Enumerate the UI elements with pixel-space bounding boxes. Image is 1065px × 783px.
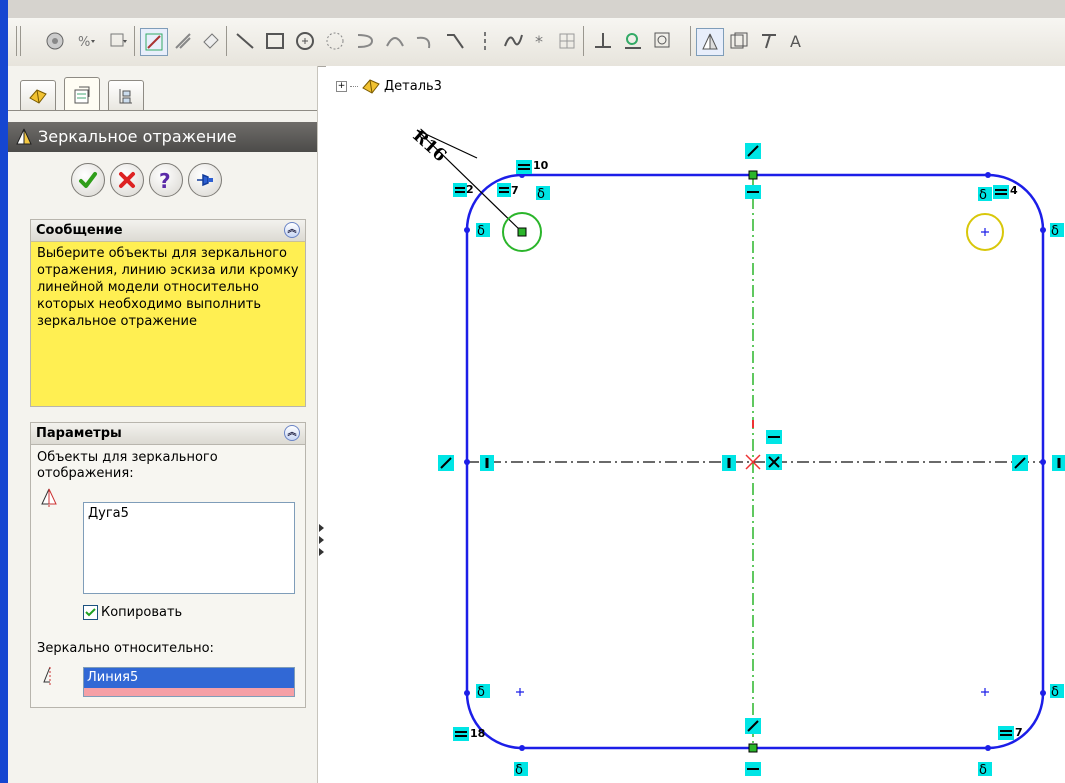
panel-title-bar: Зеркальное отражение bbox=[8, 122, 317, 152]
configuration-manager-tab[interactable] bbox=[108, 80, 144, 111]
toolbar-separator bbox=[690, 26, 691, 56]
feature-icon[interactable] bbox=[42, 28, 68, 54]
mirror-about-value: Линия5 bbox=[84, 668, 294, 688]
feature-tree-flyout[interactable]: + Деталь3 bbox=[336, 77, 442, 95]
line-icon[interactable] bbox=[232, 28, 258, 54]
text-icon[interactable]: A bbox=[786, 28, 812, 54]
smart-dimension-icon[interactable]: % bbox=[74, 28, 100, 54]
pin-button[interactable] bbox=[188, 163, 222, 197]
message-text: Выберите объекты для зеркального отражен… bbox=[37, 246, 299, 329]
mirror-icon[interactable] bbox=[696, 28, 724, 56]
point-icon[interactable]: * bbox=[528, 28, 554, 54]
convert-entities-icon[interactable] bbox=[620, 28, 646, 54]
list-item[interactable]: Дуга5 bbox=[84, 503, 294, 524]
graphics-area[interactable] bbox=[326, 66, 1065, 783]
pattern-icon[interactable] bbox=[726, 28, 752, 54]
ok-button[interactable] bbox=[71, 163, 105, 197]
offset-icon[interactable] bbox=[650, 28, 676, 54]
toolbar-icons: % * A bbox=[0, 18, 1065, 66]
cancel-button[interactable] bbox=[110, 163, 144, 197]
property-manager-icon bbox=[74, 86, 90, 103]
objects-listbox[interactable]: Дуга5 bbox=[83, 502, 295, 594]
collapse-chevron-icon[interactable]: ︽ bbox=[284, 222, 300, 238]
feature-manager-tab[interactable] bbox=[20, 80, 56, 111]
help-button[interactable]: ? bbox=[149, 163, 183, 197]
svg-text:?: ? bbox=[159, 169, 171, 191]
panel-resize-handle[interactable] bbox=[318, 520, 326, 560]
property-manager-panel: Зеркальное отражение ? Сообщение ︽ Выбер… bbox=[8, 66, 318, 783]
relation-label: 7 bbox=[511, 184, 519, 197]
tangent-arc-icon[interactable] bbox=[412, 28, 438, 54]
toolbar-separator bbox=[134, 26, 135, 56]
objects-label: Объекты для зеркального отображения: bbox=[37, 450, 218, 481]
relation-label: 10 bbox=[533, 159, 549, 172]
toolbar-separator bbox=[583, 26, 584, 56]
mirror-about-field[interactable]: Линия5 bbox=[83, 667, 295, 697]
configuration-icon bbox=[119, 89, 132, 104]
sketch-icon[interactable] bbox=[140, 28, 168, 56]
toolbar-separator bbox=[16, 26, 17, 56]
tree-connector bbox=[350, 85, 358, 87]
copy-label: Копировать bbox=[101, 605, 183, 620]
expand-icon[interactable]: + bbox=[336, 80, 347, 92]
part-name: Деталь3 bbox=[384, 78, 442, 94]
message-box: Выберите объекты для зеркального отражен… bbox=[30, 241, 306, 407]
mirror-line-icon bbox=[41, 665, 59, 690]
eraser-icon[interactable] bbox=[198, 28, 224, 54]
selection-highlight bbox=[84, 688, 294, 696]
parameters-box: Объекты для зеркального отображения: Дуг… bbox=[30, 444, 306, 708]
checkmark-icon bbox=[79, 172, 97, 188]
relation-label: 7 bbox=[1015, 726, 1023, 739]
rectangle-icon[interactable] bbox=[262, 28, 288, 54]
polygon-icon[interactable] bbox=[322, 28, 348, 54]
exit-sketch-icon[interactable] bbox=[170, 28, 196, 54]
part-icon bbox=[362, 79, 380, 94]
panel-title: Зеркальное отражение bbox=[38, 127, 237, 146]
move-icon[interactable] bbox=[756, 28, 782, 54]
window-left-border bbox=[0, 0, 8, 783]
arc-icon[interactable] bbox=[382, 28, 408, 54]
collapse-chevron-icon[interactable]: ︽ bbox=[284, 425, 300, 441]
relation-label: 4 bbox=[1010, 184, 1018, 197]
relation-label: 18 bbox=[470, 727, 486, 740]
close-icon bbox=[119, 172, 135, 188]
centerline-icon[interactable] bbox=[442, 28, 468, 54]
dashed-line-icon[interactable] bbox=[472, 28, 498, 54]
grid-icon[interactable] bbox=[554, 28, 580, 54]
title-strip bbox=[0, 0, 1065, 19]
svg-text:*: * bbox=[535, 32, 543, 51]
toolbar-separator bbox=[20, 26, 21, 56]
message-header-label: Сообщение bbox=[36, 223, 123, 238]
pushpin-icon bbox=[197, 173, 213, 187]
mirror-about-label: Зеркально относительно: bbox=[37, 641, 214, 656]
message-section-header[interactable]: Сообщение ︽ bbox=[30, 219, 306, 241]
svg-text:A: A bbox=[790, 32, 801, 51]
svg-text:%: % bbox=[78, 35, 90, 50]
mirror-icon bbox=[14, 127, 36, 149]
relations-icon[interactable] bbox=[106, 28, 132, 54]
copy-checkbox[interactable] bbox=[83, 605, 98, 620]
parameters-header-label: Параметры bbox=[36, 426, 122, 441]
slot-icon[interactable] bbox=[352, 28, 378, 54]
mirror-entities-icon bbox=[39, 487, 59, 512]
part-icon bbox=[29, 89, 47, 104]
trim-icon[interactable] bbox=[590, 28, 616, 54]
spline-icon[interactable] bbox=[500, 28, 526, 54]
parameters-section-header[interactable]: Параметры ︽ bbox=[30, 422, 306, 444]
property-manager-tab[interactable] bbox=[64, 77, 100, 111]
tab-divider bbox=[8, 110, 317, 111]
relation-label: 2 bbox=[466, 183, 474, 196]
copy-checkbox-row[interactable]: Копировать bbox=[83, 605, 182, 620]
help-icon: ? bbox=[159, 169, 171, 191]
toolbar-separator bbox=[226, 26, 227, 56]
circle-icon[interactable] bbox=[292, 28, 318, 54]
